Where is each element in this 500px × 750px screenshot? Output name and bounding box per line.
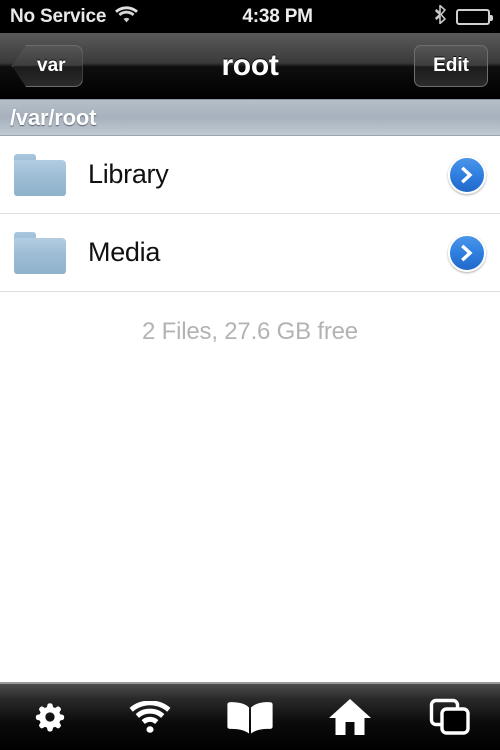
- status-bar: No Service 4:38 PM: [0, 0, 500, 33]
- tab-settings[interactable]: [0, 684, 100, 750]
- gear-icon: [30, 697, 70, 737]
- wifi-icon: [129, 701, 171, 733]
- back-button[interactable]: var: [12, 45, 83, 87]
- file-list-content: /var/root Library Media 2 Files, 27.6 GB…: [0, 99, 500, 682]
- status-bar-right: [435, 5, 490, 29]
- edit-button-label: Edit: [433, 55, 469, 77]
- list-item-label: Library: [88, 159, 448, 190]
- disclosure-icon[interactable]: [448, 156, 486, 194]
- table-row[interactable]: Media: [0, 214, 500, 292]
- book-icon: [227, 700, 273, 734]
- status-bar-time: 4:38 PM: [120, 6, 435, 28]
- status-bar-left: No Service: [10, 6, 138, 28]
- disclosure-icon[interactable]: [448, 234, 486, 272]
- tab-bookmarks[interactable]: [200, 684, 300, 750]
- folder-icon: [14, 232, 66, 274]
- tab-bar: [0, 682, 500, 750]
- bluetooth-icon: [435, 5, 447, 29]
- table-row[interactable]: Library: [0, 136, 500, 214]
- list-footer-status: 2 Files, 27.6 GB free: [0, 292, 500, 346]
- carrier-label: No Service: [10, 7, 106, 26]
- back-button-label: var: [37, 55, 66, 77]
- tab-wifi[interactable]: [100, 684, 200, 750]
- tab-windows[interactable]: [400, 684, 500, 750]
- navigation-bar: root var Edit: [0, 33, 500, 99]
- tab-home[interactable]: [300, 684, 400, 750]
- windows-icon: [429, 698, 471, 736]
- home-icon: [328, 697, 372, 737]
- folder-icon: [14, 154, 66, 196]
- path-section-header: /var/root: [0, 99, 500, 136]
- edit-button[interactable]: Edit: [414, 45, 488, 87]
- battery-icon: [456, 9, 490, 25]
- list-item-label: Media: [88, 237, 448, 268]
